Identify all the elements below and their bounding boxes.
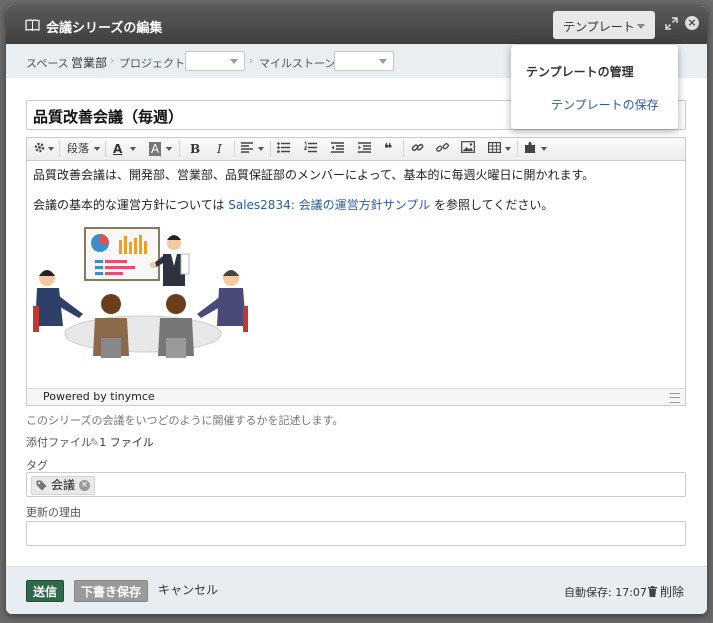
wiki-link[interactable]: Sales2834: 会議の運営方針サンプル [228,198,430,212]
background-color-button[interactable]: A [149,141,172,157]
paragraph-2-tail: を参照してください。 [434,198,554,212]
help-text: このシリーズの会議をいつどのように開催するかを記述します。 [26,414,344,427]
edit-meeting-series-dialog: 会議シリーズの編集 テンプレート × スペース 営業部 › プロジェクト › マ… [6,6,707,614]
save-draft-button[interactable]: 下書き保存 [74,580,148,602]
template-menu: テンプレートの管理 テンプレートの保存 [511,45,678,129]
breadcrumb-separator-icon: › [249,54,254,67]
paperclip-icon: ✎ [90,436,100,449]
outdent-icon[interactable] [331,141,344,157]
tag-icon [36,480,47,491]
italic-button[interactable]: I [217,141,222,157]
numbered-list-icon[interactable] [303,141,317,157]
text-color-button[interactable]: A [113,141,136,157]
toolbar-divider [179,141,180,157]
chevron-down-icon [230,59,238,64]
tags-input[interactable]: 会議 × [26,472,686,497]
dialog-title: 会議シリーズの編集 [46,21,163,36]
chevron-down-icon [637,24,645,29]
editor-status-bar: Powered by tinymce [27,388,685,405]
milestone-select[interactable] [334,51,394,71]
powered-by-label: Powered by tinymce [43,390,155,403]
book-icon [25,19,40,31]
toolbar-divider [234,141,235,157]
toolbar-divider [105,141,106,157]
attachments-count-text: 1 ファイル [99,436,154,449]
meeting-illustration [33,227,248,358]
space-label: スペース [26,57,69,70]
editor-toolbar: 段落 A A B I ❝ [27,138,685,161]
milestone-label: マイルストーン [259,57,336,70]
cancel-button[interactable]: キャンセル [158,581,218,598]
template-menu-header: テンプレートの管理 [526,65,634,79]
space-value[interactable]: 営業部 [71,54,107,71]
breadcrumb-separator-icon: › [110,54,115,67]
paragraph-2-text: 会議の基本的な運営方針については [33,198,225,212]
toolbar-divider [517,141,518,157]
template-button-label: テンプレート [563,20,635,34]
link-icon[interactable] [411,141,424,157]
rich-text-editor[interactable]: 段落 A A B I ❝ 品質改善会議は、開発部、営業部、品質保証部のメンバーに… [26,137,686,406]
bold-button[interactable]: B [190,141,200,157]
attachments-count[interactable]: ✎1 ファイル [90,434,154,450]
attachments-label: 添付ファイル [26,436,92,449]
background-color-glyph: A [149,142,162,156]
image-icon[interactable] [461,141,475,157]
dialog-title-bar: 会議シリーズの編集 テンプレート × [6,6,707,44]
paragraph-1: 品質改善会議は、開発部、営業部、品質保証部のメンバーによって、基本的に毎週火曜日… [33,168,595,182]
chevron-down-icon [379,59,387,64]
unlink-icon[interactable] [436,141,449,157]
autosave-status: 自動保存: 17:07 [564,586,647,599]
remove-tag-icon[interactable]: × [79,480,91,491]
delete-label: 削除 [660,585,685,599]
dialog-footer: 送信 下書き保存 キャンセル 自動保存: 17:07 削除 [6,566,707,614]
update-reason-label: 更新の理由 [26,506,81,519]
toolbar-divider [403,141,404,157]
table-icon[interactable] [488,141,511,157]
update-reason-input[interactable] [26,521,686,546]
save-template-menu-item[interactable]: テンプレートの保存 [551,96,659,113]
toolbar-divider [59,141,60,157]
title-input-value: 品質改善会議（毎週） [33,108,184,126]
align-icon[interactable] [241,141,264,157]
tag-chip-label: 会議 [51,478,76,492]
delete-button[interactable]: 削除 [648,583,684,600]
trash-icon [648,586,657,597]
gear-icon[interactable] [33,141,54,157]
bullet-list-icon[interactable] [277,141,290,157]
blockquote-icon[interactable]: ❝ [384,141,392,157]
submit-button[interactable]: 送信 [26,580,64,602]
resize-handle-icon[interactable] [670,393,680,403]
project-label: プロジェクト [119,57,185,70]
project-select[interactable] [185,51,245,71]
tag-chip: 会議 × [31,476,96,495]
expand-icon[interactable] [665,17,678,30]
toolbar-divider [270,141,271,157]
indent-icon[interactable] [358,141,371,157]
plugin-icon[interactable] [524,141,547,157]
tags-label: タグ [26,459,48,472]
editor-content[interactable]: 品質改善会議は、開発部、営業部、品質保証部のメンバーによって、基本的に毎週火曜日… [33,166,679,366]
paragraph-format-select[interactable]: 段落 [67,141,100,157]
paragraph-2: 会議の基本的な運営方針については Sales2834: 会議の運営方針サンプル … [33,196,679,214]
close-icon[interactable]: × [685,16,699,30]
template-dropdown-button[interactable]: テンプレート [553,11,655,39]
